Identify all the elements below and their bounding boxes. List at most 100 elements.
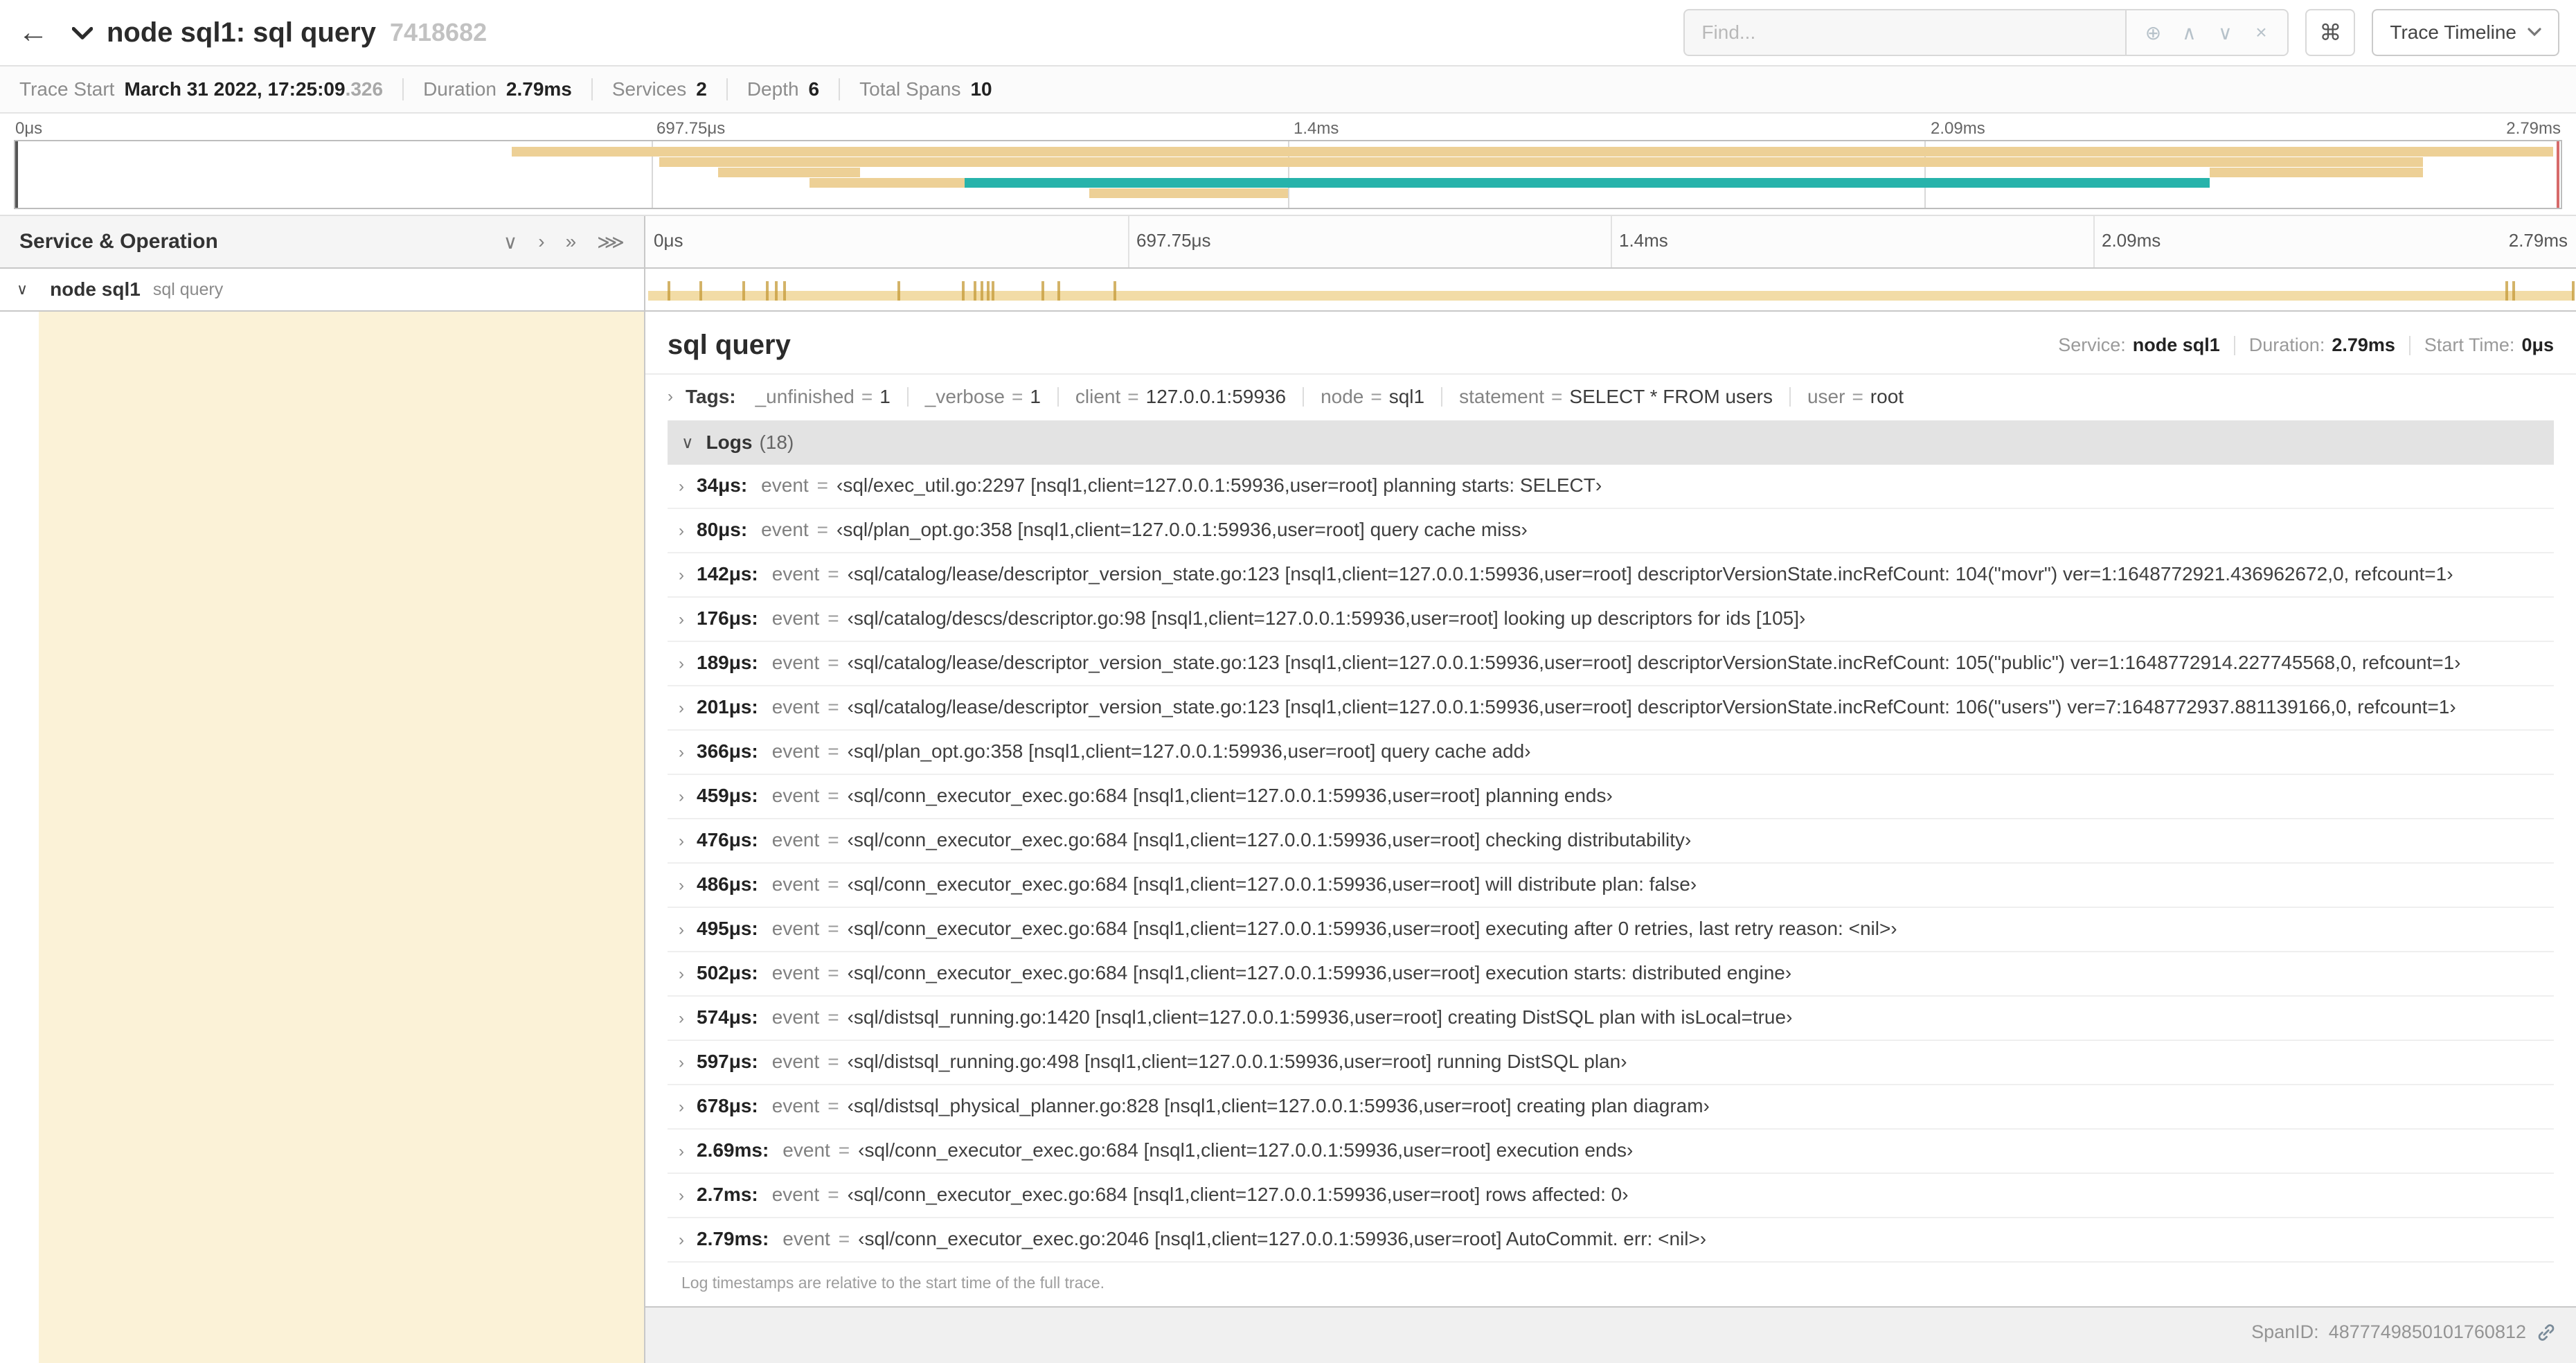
chevron-right-icon: › <box>679 876 684 895</box>
span-detail-meta: Service: node sql1 Duration: 2.79ms Star… <box>2058 335 2554 356</box>
prev-match-icon[interactable]: ∧ <box>2174 21 2204 44</box>
minimap-canvas[interactable] <box>14 140 2562 209</box>
log-equals: = <box>828 1095 839 1116</box>
log-marker[interactable] <box>986 281 990 301</box>
tag-separator <box>1441 387 1443 407</box>
log-value: ‹sql/catalog/lease/descriptor_version_st… <box>847 696 2456 718</box>
log-row[interactable]: › 459μs: event = ‹sql/conn_executor_exec.go:… <box>668 775 2554 819</box>
log-marker[interactable] <box>991 281 994 301</box>
tag-equals: = <box>1370 386 1382 407</box>
log-value: ‹sql/exec_util.go:2297 [nsql1,client=127… <box>837 474 1602 496</box>
log-marker[interactable] <box>1057 281 1060 301</box>
log-row[interactable]: › 2.79ms: event = ‹sql/conn_executor_exec.go… <box>668 1218 2554 1263</box>
start-time-meta-label: Start Time: <box>2424 335 2515 355</box>
log-row[interactable]: › 597μs: event = ‹sql/distsql_running.go:498… <box>668 1041 2554 1085</box>
log-row[interactable]: › 80μs: event = ‹sql/plan_opt.go:358 [nsql1,… <box>668 509 2554 553</box>
log-marker[interactable] <box>667 281 670 301</box>
log-equals: = <box>828 696 839 718</box>
tag-key: _unfinished <box>755 386 855 407</box>
tag-key: _verbose <box>924 386 1005 407</box>
minimap-span-bar <box>2209 168 2424 177</box>
minimap-span-bar <box>965 178 2210 188</box>
logs-title: Logs <box>706 431 753 453</box>
minimap-span-bar <box>717 168 861 177</box>
view-options-dropdown[interactable]: Trace Timeline <box>2372 9 2559 56</box>
clear-search-icon[interactable]: × <box>2246 21 2276 44</box>
chevron-right-icon: › <box>679 1098 684 1116</box>
log-marker[interactable] <box>765 281 769 301</box>
log-marker[interactable] <box>980 281 983 301</box>
log-row[interactable]: › 2.7ms: event = ‹sql/conn_executor_exec.go:… <box>668 1174 2554 1218</box>
log-row[interactable]: › 476μs: event = ‹sql/conn_executor_exec.go:… <box>668 819 2554 864</box>
log-row[interactable]: › 142μs: event = ‹sql/catalog/lease/descript… <box>668 553 2554 598</box>
log-marker[interactable] <box>1113 281 1116 301</box>
log-row[interactable]: › 366μs: event = ‹sql/plan_opt.go:358 [nsql1… <box>668 731 2554 775</box>
log-row[interactable]: › 34μs: event = ‹sql/exec_util.go:2297 [nsql… <box>668 465 2554 509</box>
log-row[interactable]: › 502μs: event = ‹sql/conn_executor_exec.go:… <box>668 952 2554 997</box>
tags-list: _unfinished = 1 _verbose = 1 client = 127.0.0.1:… <box>755 386 1904 408</box>
back-button[interactable]: ← <box>0 0 66 65</box>
log-marker[interactable] <box>774 281 778 301</box>
span-name-cell[interactable]: ∨ node sql1 sql query <box>0 269 645 310</box>
log-row[interactable]: › 176μs: event = ‹sql/catalog/descs/descript… <box>668 598 2554 642</box>
detail-right-region: sql query Service: node sql1 Duration: 2… <box>645 312 2576 1363</box>
link-icon[interactable] <box>2536 1322 2557 1343</box>
find-input[interactable] <box>1683 9 2127 56</box>
log-marker[interactable] <box>2512 281 2516 301</box>
tags-row[interactable]: › Tags: _unfinished = 1 _verbose = 1 client = 12… <box>645 375 2576 416</box>
log-marker[interactable] <box>961 281 965 301</box>
trace-start-millis: .326 <box>345 78 384 100</box>
collapse-one-level-icon[interactable]: ∨ <box>503 231 518 253</box>
log-marker[interactable] <box>742 281 745 301</box>
logs-accordion-header[interactable]: ∨ Logs (18) <box>668 420 2554 465</box>
minimap-left-scrubber[interactable] <box>15 141 18 208</box>
log-row[interactable]: › 574μs: event = ‹sql/distsql_running.go:142… <box>668 997 2554 1041</box>
tag-value: root <box>1870 386 1904 407</box>
chevron-right-icon: › <box>679 1186 684 1205</box>
chevron-down-icon[interactable]: ∨ <box>17 280 28 299</box>
log-marker[interactable] <box>2571 281 2575 301</box>
log-timestamp: 2.69ms: <box>697 1139 769 1161</box>
chevron-right-icon: › <box>679 1142 684 1161</box>
log-marker[interactable] <box>782 281 786 301</box>
log-value: ‹sql/conn_executor_exec.go:684 [nsql1,cl… <box>847 962 1792 983</box>
log-value: ‹sql/conn_executor_exec.go:684 [nsql1,cl… <box>847 785 1613 806</box>
expand-all-icon[interactable]: ⋙ <box>597 231 625 253</box>
log-marker[interactable] <box>699 281 702 301</box>
log-row[interactable]: › 201μs: event = ‹sql/catalog/lease/descript… <box>668 686 2554 731</box>
view-options-label: Trace Timeline <box>2390 21 2516 43</box>
timeline-tick-label: 0μs <box>654 230 683 251</box>
tag-value: 1 <box>879 386 891 407</box>
highlight-matches-icon[interactable]: ⊕ <box>2138 21 2168 44</box>
tags-label: Tags: <box>686 386 736 407</box>
log-marker[interactable] <box>2505 281 2509 301</box>
log-row[interactable]: › 189μs: event = ‹sql/catalog/lease/descript… <box>668 642 2554 686</box>
chevron-right-icon: › <box>679 1231 684 1249</box>
keyboard-shortcuts-button[interactable]: ⌘ <box>2305 9 2356 56</box>
log-equals: = <box>828 563 839 585</box>
expand-one-level-icon[interactable]: › <box>538 231 544 253</box>
detail-left-gutter <box>0 312 645 1363</box>
logs-list: › 34μs: event = ‹sql/exec_util.go:2297 [nsql… <box>668 465 2554 1263</box>
log-equals: = <box>828 829 839 850</box>
log-field-name: event <box>771 607 820 629</box>
log-marker[interactable] <box>973 281 976 301</box>
log-value: ‹sql/conn_executor_exec.go:684 [nsql1,cl… <box>847 829 1692 850</box>
span-duration-bar[interactable] <box>648 291 2573 301</box>
log-row[interactable]: › 678μs: event = ‹sql/distsql_physical_plann… <box>668 1085 2554 1130</box>
tag-equals: = <box>1852 386 1863 407</box>
chevron-right-icon: › <box>679 965 684 983</box>
summary-separator <box>726 78 728 100</box>
log-marker[interactable] <box>1041 281 1044 301</box>
chevron-right-icon: › <box>679 787 684 806</box>
minimap-right-scrubber[interactable] <box>2557 141 2559 208</box>
collapse-all-icon[interactable]: » <box>566 231 577 253</box>
log-row[interactable]: › 486μs: event = ‹sql/conn_executor_exec.go:… <box>668 864 2554 908</box>
log-row[interactable]: › 2.69ms: event = ‹sql/conn_executor_exec.go… <box>668 1130 2554 1174</box>
log-marker[interactable] <box>897 281 900 301</box>
collapse-trace-header-icon[interactable] <box>72 27 93 41</box>
tag-key: user <box>1807 386 1845 407</box>
next-match-icon[interactable]: ∨ <box>2210 21 2240 44</box>
log-row[interactable]: › 495μs: event = ‹sql/conn_executor_exec.go:… <box>668 908 2554 952</box>
span-detail-card: sql query Service: node sql1 Duration: 2… <box>645 312 2576 1308</box>
